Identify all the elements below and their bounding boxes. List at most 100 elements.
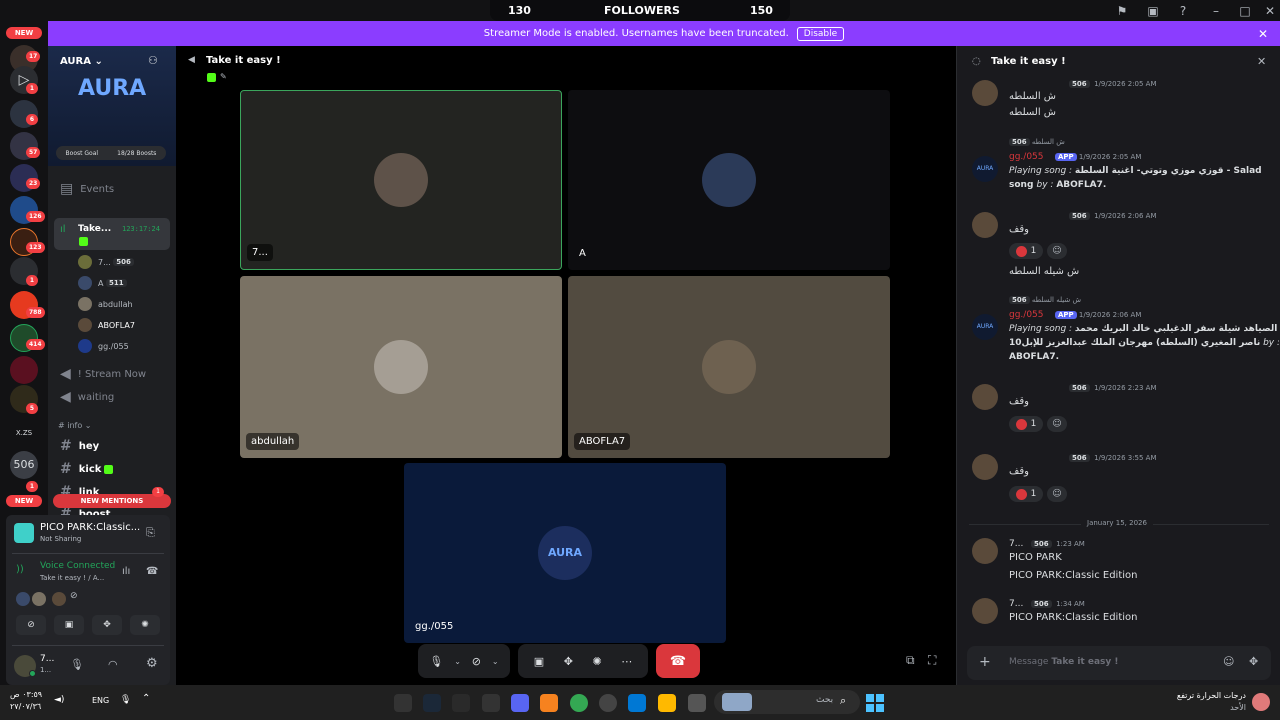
clock-time[interactable]: ٠٣:٥٩ ص bbox=[10, 690, 42, 699]
msg-author[interactable]: 7... bbox=[1009, 599, 1023, 609]
mic-icon[interactable]: 🎙 bbox=[429, 655, 443, 668]
store-icon[interactable] bbox=[628, 694, 646, 712]
activities-button[interactable]: ✥ bbox=[92, 615, 122, 635]
msg-author[interactable]: gg./055 bbox=[1009, 310, 1044, 320]
chrome-icon[interactable] bbox=[570, 694, 588, 712]
app-icon[interactable] bbox=[540, 694, 558, 712]
chevron-down-icon[interactable]: ⌄ bbox=[454, 657, 461, 666]
reaction-pill[interactable]: 1 bbox=[1009, 486, 1043, 502]
taskbar-search[interactable]: بحث ⌕ bbox=[714, 690, 860, 714]
start-button[interactable] bbox=[866, 694, 884, 712]
fullscreen-icon[interactable]: ⛶ bbox=[928, 653, 936, 668]
channel-hey[interactable]: # hey bbox=[60, 437, 99, 455]
apps-icon[interactable]: ✥ bbox=[1249, 655, 1258, 668]
channel-kick[interactable]: # kick bbox=[60, 460, 114, 478]
weather-line2[interactable]: الأحد bbox=[1140, 703, 1246, 712]
app-icon[interactable] bbox=[599, 694, 617, 712]
headphones-icon[interactable]: ◠ bbox=[108, 658, 118, 671]
video-tile-5[interactable]: AURA gg./055 bbox=[404, 463, 726, 643]
file-explorer-icon[interactable] bbox=[658, 694, 676, 712]
avatar[interactable] bbox=[972, 80, 998, 106]
disconnect-call-button[interactable]: ☎ bbox=[656, 644, 700, 678]
bot-avatar[interactable]: AURA bbox=[972, 156, 998, 182]
video-tile-2[interactable]: A bbox=[568, 90, 890, 270]
msg-author[interactable]: 7... bbox=[1009, 539, 1023, 549]
voice-user-2[interactable]: A 511 bbox=[78, 275, 127, 291]
language-indicator[interactable]: ENG bbox=[92, 696, 109, 705]
weather-icon[interactable] bbox=[1252, 693, 1270, 711]
inbox-icon[interactable]: ⚑ bbox=[1114, 3, 1130, 19]
msg-author[interactable]: gg./055 bbox=[1009, 152, 1044, 162]
video-tile-4[interactable]: ABOFLA7 bbox=[568, 276, 890, 458]
message-input[interactable]: + Message Take it easy ! ☺ ✥ bbox=[967, 646, 1271, 680]
camera-off-icon[interactable]: ⊘ bbox=[472, 655, 481, 668]
server-name[interactable]: AURA ⌄ bbox=[60, 56, 103, 67]
help-icon[interactable]: ? bbox=[1175, 3, 1191, 19]
soundboard-icon[interactable]: ✺ bbox=[592, 655, 601, 668]
voice-user-1[interactable]: 7... 506 bbox=[78, 254, 134, 270]
avatar[interactable] bbox=[972, 384, 998, 410]
disable-button[interactable]: Disable bbox=[796, 26, 845, 41]
stream-now-channel[interactable]: ◀ ! Stream Now bbox=[60, 365, 146, 383]
chevron-up-icon[interactable]: ⌃ bbox=[142, 693, 150, 704]
active-voice-channel[interactable] bbox=[54, 218, 170, 250]
mic-icon[interactable]: 🎙 bbox=[70, 658, 84, 671]
reaction-pill[interactable]: 1 bbox=[1009, 243, 1043, 259]
settings-icon[interactable] bbox=[482, 694, 500, 712]
invite-icon[interactable]: ⚇ bbox=[148, 54, 158, 67]
add-reaction-button[interactable]: ☺ bbox=[1047, 416, 1067, 432]
edit-icon[interactable]: ✎ bbox=[220, 72, 227, 81]
emoji-icon[interactable]: ☺ bbox=[1223, 655, 1234, 668]
maximize-icon[interactable]: □ bbox=[1237, 3, 1253, 19]
volume-icon[interactable]: ◄) bbox=[54, 695, 64, 705]
close-window-icon[interactable]: ✕ bbox=[1262, 3, 1278, 19]
bot-avatar[interactable]: AURA bbox=[972, 314, 998, 340]
reaction-pill[interactable]: 1 bbox=[1009, 416, 1043, 432]
discord-icon[interactable] bbox=[511, 694, 529, 712]
add-attachment-icon[interactable]: + bbox=[979, 654, 991, 670]
add-reaction-button[interactable]: ☺ bbox=[1047, 243, 1067, 259]
settings-gear-icon[interactable]: ⚙ bbox=[146, 656, 158, 671]
disconnect-icon[interactable]: ☎ bbox=[146, 566, 158, 577]
chevron-down-icon[interactable]: ⌄ bbox=[492, 657, 499, 666]
info-category[interactable]: # info ⌄ bbox=[58, 421, 92, 430]
screen-share-icon[interactable]: ▣ bbox=[534, 655, 544, 668]
avatar[interactable] bbox=[972, 212, 998, 238]
voice-user-3[interactable]: abdullah bbox=[78, 296, 133, 312]
voice-user-4[interactable]: ABOFLA7 bbox=[78, 317, 135, 333]
minimize-icon[interactable]: – bbox=[1208, 3, 1224, 19]
monitor-icon[interactable]: ▣ bbox=[1145, 3, 1161, 19]
events-item[interactable]: ▤ Events bbox=[60, 180, 114, 198]
app-icon[interactable] bbox=[452, 694, 470, 712]
noise-icon[interactable]: ılı bbox=[122, 566, 130, 577]
voice-user-5[interactable]: gg./055 bbox=[78, 338, 129, 354]
avatar[interactable] bbox=[972, 454, 998, 480]
popout-icon[interactable]: ⧉ bbox=[906, 653, 915, 668]
server-506[interactable]: 506 bbox=[10, 451, 38, 479]
server-xzs[interactable]: X.ZS bbox=[10, 419, 38, 447]
server-icon-11[interactable] bbox=[10, 356, 38, 384]
obs-icon[interactable] bbox=[394, 694, 412, 712]
close-chat-icon[interactable]: ✕ bbox=[1257, 55, 1266, 68]
steam-icon[interactable] bbox=[423, 694, 441, 712]
new-top-pill[interactable]: NEW bbox=[6, 27, 42, 39]
share-screen-icon[interactable]: ⎘ bbox=[146, 526, 155, 540]
avatar[interactable] bbox=[972, 538, 998, 564]
app-icon[interactable] bbox=[688, 694, 706, 712]
video-tile-1[interactable]: 7... bbox=[240, 90, 562, 270]
screen-share-button[interactable]: ▣ bbox=[54, 615, 84, 635]
close-banner-icon[interactable]: ✕ bbox=[1258, 27, 1268, 41]
video-tile-3[interactable]: abdullah bbox=[240, 276, 562, 458]
add-reaction-button[interactable]: ☺ bbox=[1047, 486, 1067, 502]
boost-goal[interactable]: Boost Goal 18/28 Boosts bbox=[56, 146, 166, 160]
waiting-channel[interactable]: ◀ waiting bbox=[60, 388, 114, 406]
camera-off-button[interactable]: ⊘ bbox=[16, 615, 46, 635]
avatar[interactable] bbox=[972, 598, 998, 624]
activities-icon[interactable]: ✥ bbox=[564, 655, 573, 668]
weather-line1[interactable]: درجات الحرارة ترتفع bbox=[1140, 691, 1246, 700]
soundboard-button[interactable]: ✺ bbox=[130, 615, 160, 635]
clock-date[interactable]: ٢٧/٠٧/٣٦ bbox=[10, 702, 41, 711]
new-bottom-pill[interactable]: NEW bbox=[6, 495, 42, 507]
mic-icon[interactable]: 🎙 bbox=[120, 695, 131, 705]
more-icon[interactable]: ⋯ bbox=[621, 655, 632, 668]
